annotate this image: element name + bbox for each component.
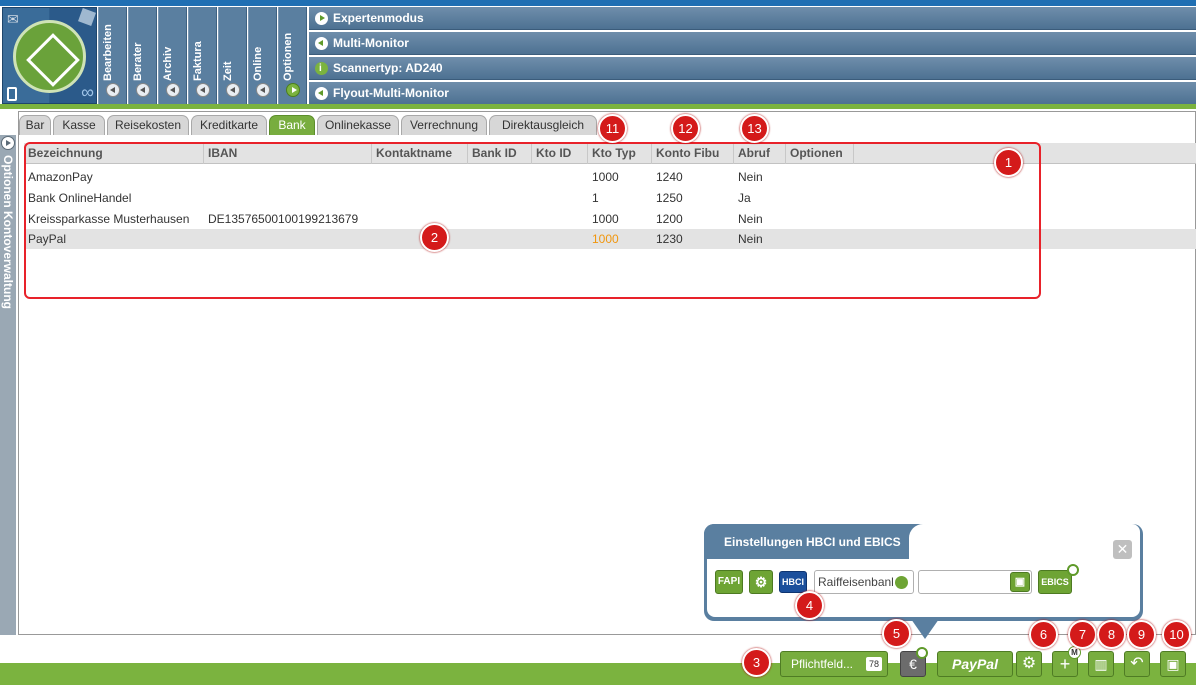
header-divider [0,104,1196,109]
collapse-arrow-icon[interactable] [226,83,240,97]
marker-6: 6 [1029,620,1058,649]
mail-icon: ✉ [7,11,19,27]
back-icon [315,37,328,50]
menu-label: Bearbeiten [102,24,114,81]
option-multi-monitor[interactable]: Multi-Monitor [309,32,1196,55]
marker-2: 2 [420,223,449,252]
paypal-button[interactable]: PayPal [937,651,1013,677]
play-icon [315,12,328,25]
tab-verrechnung[interactable]: Verrechnung [401,115,487,135]
panel-title: Einstellungen HBCI und EBICS [704,524,909,559]
collapse-arrow-icon[interactable] [256,83,270,97]
marker-5: 5 [882,619,911,648]
option-label: Flyout-Multi-Monitor [333,86,449,100]
collapse-arrow-icon[interactable] [136,83,150,97]
ebics-gear-icon [1067,564,1079,576]
settings-gear-icon[interactable]: ⚙ [1016,651,1042,677]
settings-gear-icon[interactable]: ⚙ [749,570,773,594]
back-icon [315,87,328,100]
save-icon[interactable]: ▣ [1160,651,1186,677]
menu-label: Faktura [192,41,204,81]
pflichtfeld-button[interactable]: Pflichtfeld... 78 [780,651,888,677]
field-count-icon: 78 [866,657,882,671]
tab-bar-item[interactable]: Bar [19,115,51,135]
collapse-arrow-icon[interactable] [166,83,180,97]
menu-online[interactable]: Online [248,7,277,104]
menu-label: Online [252,46,264,81]
tab-kasse[interactable]: Kasse [53,115,105,135]
info-icon [315,57,328,80]
tab-kreditkarte[interactable]: Kreditkarte [191,115,267,135]
app-logo[interactable]: ✉ ∞ [2,7,97,104]
app-window: { "menu": { "items": [ {"label": "Bearbe… [0,0,1196,685]
menu-label: Archiv [162,46,174,81]
tab-onlinekasse[interactable]: Onlinekasse [317,115,399,135]
menu-zeit[interactable]: Zeit [218,7,247,104]
delete-icon[interactable]: ▥ [1088,651,1114,677]
marker-13: 13 [740,114,769,143]
marker-7: 7 [1068,620,1097,649]
dropdown-arrow-icon[interactable] [895,576,908,589]
option-scannertyp[interactable]: Scannertyp: AD240 [309,57,1196,80]
menu-label: Optionen [282,32,294,81]
fapi-button[interactable]: FAPI [715,570,743,594]
menu-berater[interactable]: Berater [128,7,157,104]
menu-bearbeiten[interactable]: Bearbeiten [98,7,127,104]
close-icon[interactable]: ✕ [1113,540,1132,559]
menu-faktura[interactable]: Faktura [188,7,217,104]
marker-9: 9 [1127,620,1156,649]
top-accent-line [0,0,1196,6]
sidebar-label: Optionen Kontoverwaltung [1,155,15,309]
marker-8: 8 [1097,620,1126,649]
option-flyout-multi-monitor[interactable]: Flyout-Multi-Monitor [309,82,1196,105]
euro-gear-icon [916,647,928,659]
expand-arrow-icon[interactable] [286,83,300,97]
pflichtfeld-label: Pflichtfeld... [790,657,854,671]
option-label: Multi-Monitor [333,36,409,50]
marker-11: 11 [598,114,627,143]
option-expertenmodus[interactable]: Expertenmodus [309,7,1196,30]
logo-diamond-icon [13,20,86,93]
marker-1: 1 [994,148,1023,177]
option-label: Scannertyp: AD240 [333,61,443,75]
bank-select-value: Raiffeisenbanl [818,575,894,589]
collapse-arrow-icon[interactable] [196,83,210,97]
undo-icon[interactable]: ↶ [1124,651,1150,677]
hbci-button[interactable]: HBCI [779,571,807,593]
sidebar-kontoverwaltung[interactable]: Optionen Kontoverwaltung [0,135,16,635]
menu-archiv[interactable]: Archiv [158,7,187,104]
marker-10: 10 [1162,620,1191,649]
marker-4: 4 [795,591,824,620]
menu-label: Zeit [222,61,234,81]
tab-bank[interactable]: Bank [269,115,315,135]
save-icon[interactable]: ▣ [1010,572,1030,592]
highlight-frame [24,142,1041,299]
tab-reisekosten[interactable]: Reisekosten [107,115,189,135]
marker-12: 12 [671,114,700,143]
phone-icon [7,87,17,101]
hbci-ebics-panel: Einstellungen HBCI und EBICS ✕ FAPI ⚙ HB… [704,524,1143,639]
panel-pointer [911,619,939,639]
tab-direktausgleich[interactable]: Direktausgleich [489,115,597,135]
option-label: Expertenmodus [333,11,424,25]
ebics-button[interactable]: EBICS [1038,570,1072,594]
menu-label: Berater [132,42,144,81]
expand-sidebar-icon[interactable] [1,136,15,150]
collapse-arrow-icon[interactable] [106,83,120,97]
marker-3: 3 [742,648,771,677]
menu-optionen[interactable]: Optionen [278,7,307,104]
infinity-icon: ∞ [81,82,94,102]
